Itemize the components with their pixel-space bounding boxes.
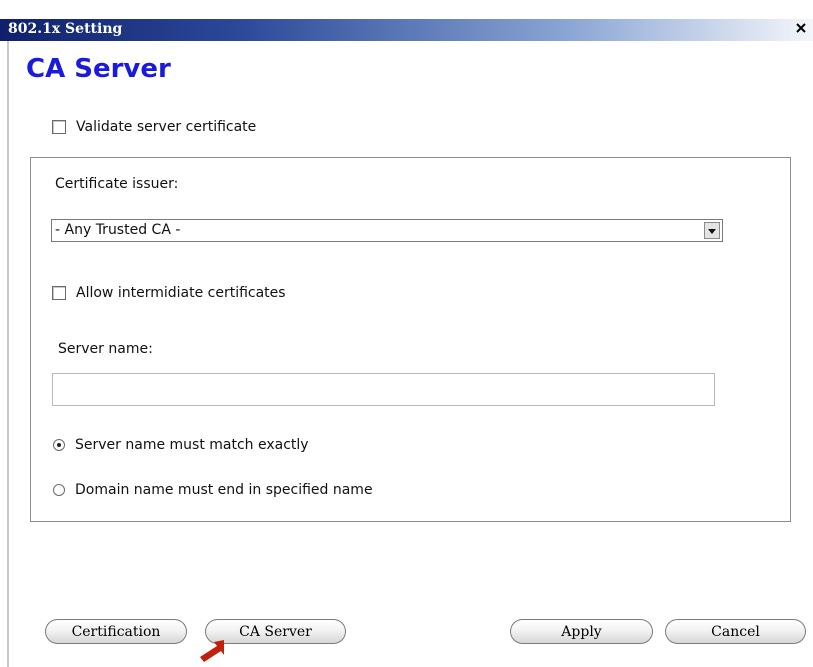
chevron-down-icon[interactable]: [704, 222, 720, 239]
validate-certificate-row[interactable]: Validate server certificate: [52, 119, 256, 135]
certificate-issuer-value: - Any Trusted CA -: [55, 222, 181, 238]
intermediate-certificates-checkbox[interactable]: [52, 286, 66, 300]
server-name-input[interactable]: [52, 373, 715, 406]
validate-certificate-label: Validate server certificate: [76, 119, 257, 135]
page-title: CA Server: [26, 54, 171, 84]
certificate-settings-group: [30, 157, 791, 522]
domain-suffix-label: Domain name must end in specified name: [75, 482, 373, 498]
domain-suffix-row[interactable]: Domain name must end in specified name: [53, 482, 373, 498]
match-exactly-label: Server name must match exactly: [75, 437, 309, 453]
certificate-issuer-label: Certificate issuer:: [55, 176, 179, 192]
window-title: 802.1x Setting: [8, 21, 123, 37]
intermediate-certificates-label: Allow intermidiate certificates: [76, 285, 286, 301]
close-icon[interactable]: [793, 21, 809, 37]
cancel-button[interactable]: Cancel: [665, 619, 806, 644]
title-bar: 802.1x Setting: [0, 19, 813, 41]
match-exactly-radio[interactable]: [53, 439, 65, 451]
arrow-pointer-icon: [200, 640, 224, 662]
validate-certificate-checkbox[interactable]: [52, 120, 66, 134]
domain-suffix-radio[interactable]: [53, 484, 65, 496]
intermediate-certificates-row[interactable]: Allow intermidiate certificates: [52, 285, 286, 301]
match-exactly-row[interactable]: Server name must match exactly: [53, 437, 309, 453]
window-left-border: [7, 41, 9, 667]
certificate-issuer-select[interactable]: - Any Trusted CA -: [51, 219, 723, 242]
certification-button[interactable]: Certification: [45, 619, 187, 644]
apply-button[interactable]: Apply: [510, 619, 653, 644]
server-name-label: Server name:: [58, 341, 153, 357]
